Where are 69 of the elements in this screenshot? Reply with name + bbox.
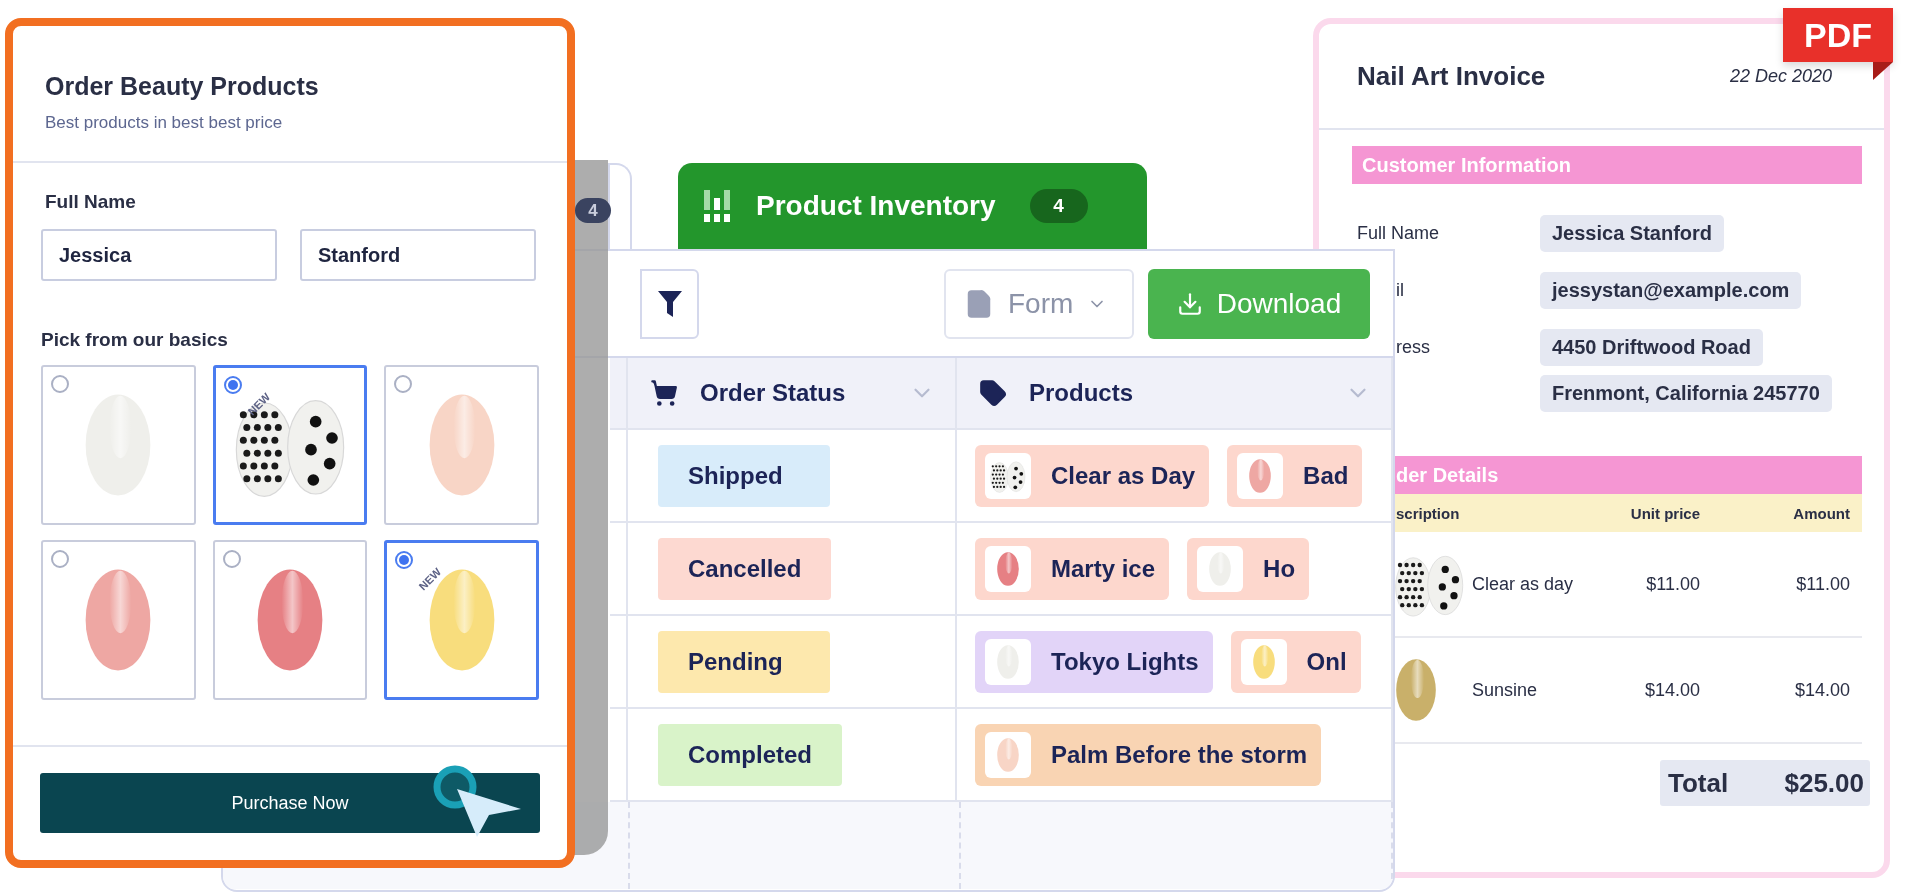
product-option[interactable]	[41, 540, 196, 700]
nail-drawing	[1251, 643, 1276, 680]
field-value: 4450 Driftwood Road	[1540, 329, 1763, 366]
radio-button[interactable]	[395, 551, 414, 569]
field-label: Full Name	[1356, 222, 1441, 245]
column-header: scription	[1395, 504, 1461, 522]
first-name-field[interactable]: Jessica	[41, 229, 277, 281]
invoice-title: Nail Art Invoice	[1357, 60, 1546, 92]
back-tab[interactable]	[608, 163, 632, 249]
item-amount: $11.00	[1795, 573, 1850, 595]
product-tag: Ho	[1187, 537, 1310, 600]
column-title: Order Status	[700, 379, 847, 407]
status-tag: Shipped	[658, 444, 830, 507]
product-tag: Marty ice	[975, 537, 1170, 600]
radio-button[interactable]	[51, 550, 69, 568]
radio-button[interactable]	[223, 376, 242, 394]
item-price: $11.00	[1645, 573, 1700, 595]
product-tag: Onl	[1230, 630, 1361, 693]
item-description: Sunsine	[1472, 679, 1539, 701]
product-option[interactable]	[41, 365, 196, 525]
field-label: Pick from our basics	[41, 329, 229, 351]
column-header[interactable]: Products	[957, 358, 1393, 430]
last-name-field[interactable]: Stanford	[300, 229, 536, 281]
product-tag: Clear as Day	[975, 444, 1210, 507]
field-label: ress	[1395, 336, 1431, 359]
field-label: Full Name	[45, 191, 137, 213]
filter-icon	[657, 290, 682, 317]
product-tag: Tokyo Lights	[975, 630, 1213, 693]
status-tag: Completed	[658, 723, 842, 786]
nail-drawing	[1248, 457, 1273, 494]
field-value: Jessica Stanford	[1540, 215, 1725, 252]
tab-title: Product Inventory	[756, 190, 996, 222]
filter-button[interactable]	[640, 268, 699, 339]
column-header[interactable]: Order Status	[628, 358, 957, 430]
product-tag: Palm Before the storm	[975, 723, 1322, 786]
radio-button[interactable]	[51, 375, 69, 393]
column-header: Amount	[1792, 504, 1850, 522]
form-subtitle: Best products in best best price	[45, 113, 284, 133]
product-option[interactable]	[384, 365, 539, 525]
form-title: Order Beauty Products	[45, 72, 320, 101]
pdf-badge: PDF	[1783, 8, 1893, 62]
item-amount: $14.00	[1793, 679, 1850, 701]
status-tag: Pending	[658, 630, 830, 693]
column-header: Unit price	[1629, 504, 1700, 522]
purchase-button[interactable]: Purchase Now	[40, 773, 540, 833]
total-amount: $25.00	[1784, 767, 1864, 799]
radio-button[interactable]	[222, 550, 241, 568]
status-tag: Cancelled	[658, 537, 832, 600]
invoice-date: 22 Dec 2020	[1729, 65, 1832, 87]
column-header[interactable]	[610, 358, 628, 430]
field-label: il	[1395, 279, 1405, 302]
badge-fold-icon	[1873, 62, 1893, 80]
radio-button[interactable]	[394, 375, 413, 393]
download-icon	[1176, 290, 1203, 317]
count-badge: 4	[1029, 189, 1088, 223]
nail-drawing	[996, 736, 1020, 773]
column-title: Products	[1029, 379, 1134, 407]
inventory-tab[interactable]: Product Inventory 4	[678, 163, 1147, 249]
item-description: Clear as day	[1472, 573, 1575, 595]
nail-drawing	[996, 550, 1020, 587]
product-option[interactable]	[212, 540, 368, 700]
product-tag: Bad	[1227, 444, 1363, 507]
cart-icon	[650, 379, 678, 407]
total-label: Total	[1668, 767, 1729, 799]
section-heading: Customer Information	[1352, 146, 1862, 184]
field-value: Frenmont, California 245770	[1540, 375, 1832, 412]
item-price: $14.00	[1643, 679, 1700, 701]
tag-icon	[979, 379, 1007, 407]
field-value: jessystan@example.com	[1540, 272, 1802, 309]
